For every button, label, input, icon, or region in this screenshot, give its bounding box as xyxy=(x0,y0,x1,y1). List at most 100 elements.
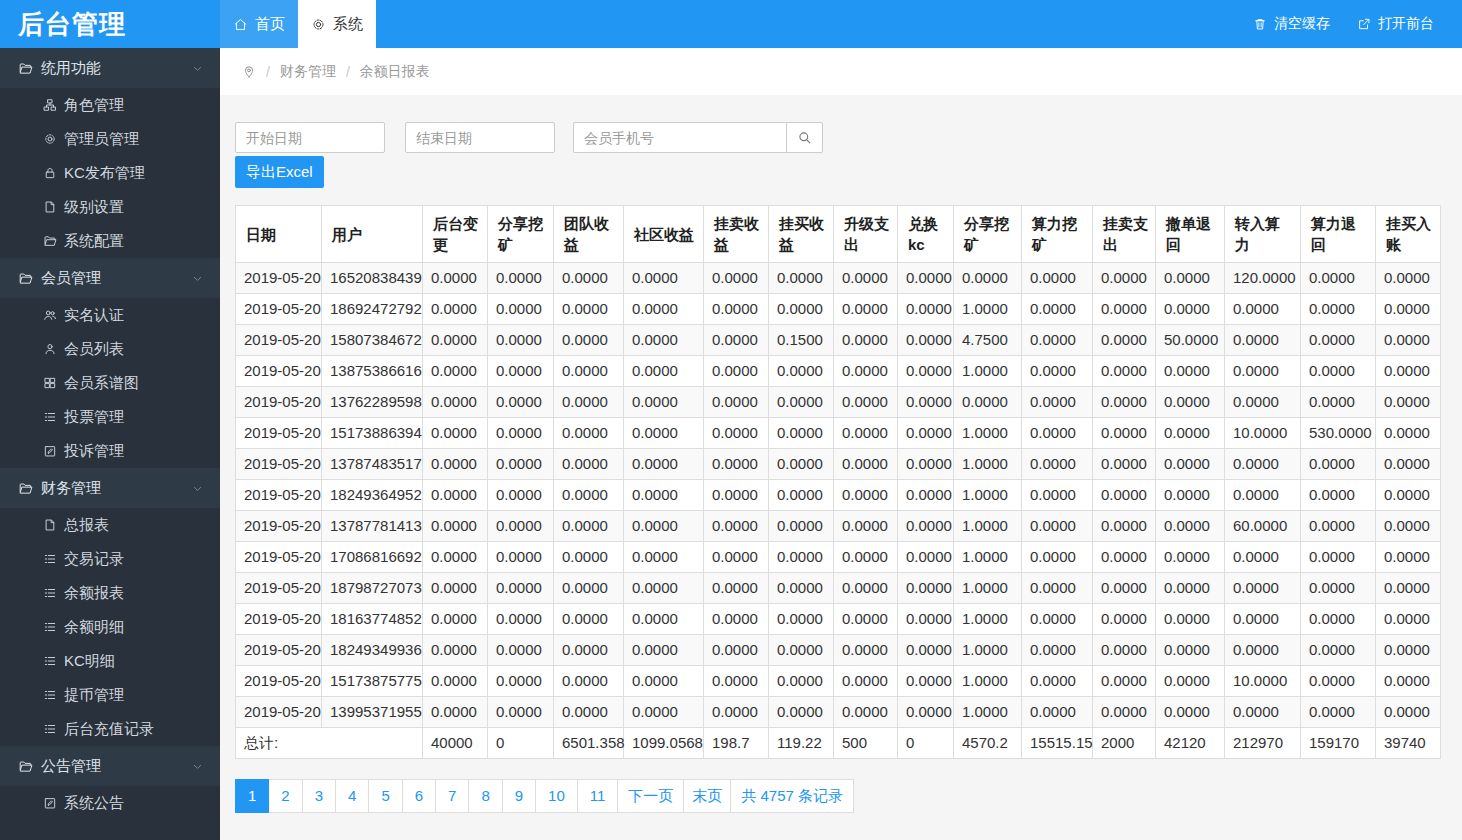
table-cell: 0.0000 xyxy=(1301,325,1376,356)
sidebar-item[interactable]: KC明细 xyxy=(0,644,220,678)
table-cell: 0.0000 xyxy=(1022,542,1093,573)
table-cell: 0.0000 xyxy=(554,511,624,542)
page-button[interactable]: 4 xyxy=(335,779,369,813)
clear-cache-label: 清空缓存 xyxy=(1274,15,1330,33)
sidebar-item[interactable]: 交易记录 xyxy=(0,542,220,576)
next-page-button[interactable]: 下一页 xyxy=(617,779,684,813)
sidebar-item-label: 投票管理 xyxy=(64,408,124,427)
page-button[interactable]: 8 xyxy=(468,779,502,813)
page-button[interactable]: 3 xyxy=(302,779,336,813)
total-cell: 1099.0568 xyxy=(624,728,704,759)
table-cell: 0.0000 xyxy=(769,387,834,418)
table-cell: 0.0000 xyxy=(624,573,704,604)
export-excel-button[interactable]: 导出Excel xyxy=(235,156,324,188)
table-cell: 0.0000 xyxy=(1225,294,1301,325)
sidebar-item[interactable]: 总报表 xyxy=(0,508,220,542)
total-cell: 15515.15 xyxy=(1022,728,1093,759)
page-button[interactable]: 6 xyxy=(402,779,436,813)
last-page-button[interactable]: 末页 xyxy=(683,779,731,813)
total-cell: 4570.2 xyxy=(954,728,1022,759)
table-cell: 0.0000 xyxy=(1376,325,1441,356)
sidebar-item[interactable]: 角色管理 xyxy=(0,88,220,122)
table-row: 2019-05-20137874835170.00000.00000.00000… xyxy=(236,449,1441,480)
page-button[interactable]: 5 xyxy=(368,779,402,813)
sidebar-section-header[interactable]: 公告管理 xyxy=(0,746,220,786)
table-cell: 1.0000 xyxy=(954,480,1022,511)
sidebar-item[interactable]: 系统公告 xyxy=(0,786,220,820)
clear-cache-button[interactable]: 清空缓存 xyxy=(1253,15,1330,33)
sidebar-item[interactable]: 管理员管理 xyxy=(0,122,220,156)
folder-icon xyxy=(18,271,33,286)
tab-system[interactable]: 系统 xyxy=(298,0,376,48)
search-icon xyxy=(796,129,813,146)
table-cell: 0.0000 xyxy=(554,294,624,325)
table-cell: 530.0000 xyxy=(1301,418,1376,449)
table-cell: 0.0000 xyxy=(1156,635,1225,666)
page-button[interactable]: 7 xyxy=(435,779,469,813)
table-row: 2019-05-20158073846720.00000.00000.00000… xyxy=(236,325,1441,356)
sidebar-item[interactable]: 实名认证 xyxy=(0,298,220,332)
table-cell: 0.0000 xyxy=(1022,480,1093,511)
sidebar-section-header[interactable]: 会员管理 xyxy=(0,258,220,298)
table-cell: 0.0000 xyxy=(1376,294,1441,325)
page-button[interactable]: 1 xyxy=(235,779,269,813)
table-cell: 16520838439 xyxy=(322,263,423,294)
sidebar-item-label: 后台充值记录 xyxy=(64,720,154,739)
table-cell: 0.0000 xyxy=(1301,573,1376,604)
table-cell: 0.0000 xyxy=(488,387,554,418)
tab-home[interactable]: 首页 xyxy=(220,0,298,48)
table-cell: 0.0000 xyxy=(423,542,488,573)
table-cell: 0.0000 xyxy=(423,449,488,480)
start-date-input[interactable] xyxy=(235,122,385,153)
table-cell: 60.0000 xyxy=(1225,511,1301,542)
sidebar-section-header[interactable]: 财务管理 xyxy=(0,468,220,508)
sidebar-item[interactable]: 余额明细 xyxy=(0,610,220,644)
page-button[interactable]: 11 xyxy=(577,779,619,813)
folder-icon xyxy=(43,234,57,248)
end-date-input[interactable] xyxy=(405,122,555,153)
topbar-tabs: 首页 系统 xyxy=(220,0,376,48)
sidebar-item[interactable]: 投票管理 xyxy=(0,400,220,434)
page-button[interactable]: 10 xyxy=(535,779,578,813)
page-button[interactable]: 2 xyxy=(268,779,302,813)
table-cell: 0.0000 xyxy=(1156,449,1225,480)
sidebar-section-header[interactable]: 统用功能 xyxy=(0,48,220,88)
users-icon xyxy=(43,308,57,322)
table-cell: 0.0000 xyxy=(1093,604,1156,635)
edit-square-icon xyxy=(43,796,57,810)
table-row: 2019-05-20138753866160.00000.00000.00000… xyxy=(236,356,1441,387)
sidebar-item[interactable]: 会员系谱图 xyxy=(0,366,220,400)
table-cell: 2019-05-20 xyxy=(236,542,322,573)
sidebar-item[interactable]: KC发布管理 xyxy=(0,156,220,190)
table-cell: 0.0000 xyxy=(704,480,769,511)
open-frontend-button[interactable]: 打开前台 xyxy=(1357,15,1434,33)
search-button[interactable] xyxy=(786,122,823,153)
sidebar-item[interactable]: 系统配置 xyxy=(0,224,220,258)
sidebar-item[interactable]: 后台充值记录 xyxy=(0,712,220,746)
sidebar-item[interactable]: 级别设置 xyxy=(0,190,220,224)
table-cell: 0.0000 xyxy=(1093,263,1156,294)
table-cell: 0.0000 xyxy=(1093,480,1156,511)
page-button[interactable]: 9 xyxy=(502,779,536,813)
tab-home-label: 首页 xyxy=(255,15,285,34)
total-label-cell: 总计: xyxy=(236,728,423,759)
table-cell: 15173886394 xyxy=(322,418,423,449)
table-cell: 0.0000 xyxy=(423,511,488,542)
total-cell: 0 xyxy=(898,728,954,759)
folder-icon xyxy=(18,759,33,774)
sidebar-item[interactable]: 提币管理 xyxy=(0,678,220,712)
table-cell: 1.0000 xyxy=(954,573,1022,604)
sidebar-item[interactable]: 余额报表 xyxy=(0,576,220,610)
breadcrumb-current[interactable]: 余额日报表 xyxy=(360,63,430,81)
sidebar-item-label: 级别设置 xyxy=(64,198,124,217)
table-cell: 10.0000 xyxy=(1225,666,1301,697)
table-cell: 0.0000 xyxy=(834,697,898,728)
sidebar-item[interactable]: 会员列表 xyxy=(0,332,220,366)
column-header: 算力挖矿 xyxy=(1022,206,1093,263)
table-cell: 0.0000 xyxy=(1156,294,1225,325)
member-phone-input[interactable] xyxy=(573,122,786,153)
breadcrumb-finance[interactable]: 财务管理 xyxy=(280,63,336,81)
sidebar-item[interactable]: 投诉管理 xyxy=(0,434,220,468)
breadcrumb: / 财务管理 / 余额日报表 xyxy=(220,48,1462,95)
table-header-row: 日期用户后台变更分享挖矿团队收益社区收益挂卖收益挂买收益升级支出兑换kc分享挖矿… xyxy=(236,206,1441,263)
